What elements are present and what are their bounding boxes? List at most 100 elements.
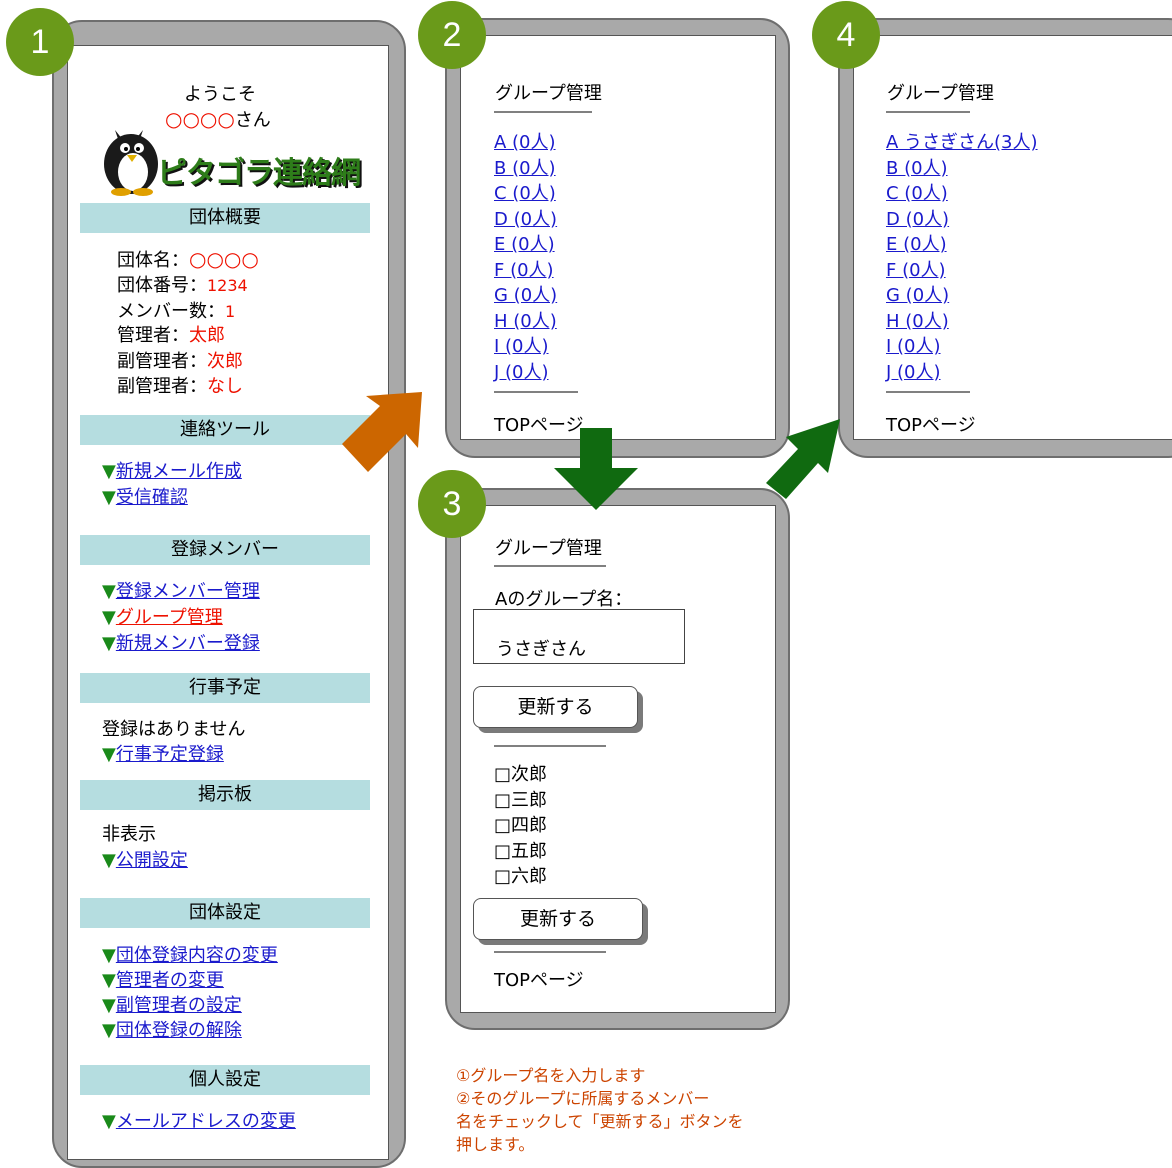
- link-row-group-manage[interactable]: ▼グループ管理: [102, 603, 223, 629]
- group-manage-link[interactable]: グループ管理: [116, 607, 223, 628]
- triangle-bullet-icon: ▼: [102, 633, 116, 654]
- divider: ―――――――: [494, 104, 592, 120]
- group-name-input[interactable]: うさぎさん: [473, 609, 685, 664]
- group-name-input-value: うさぎさん: [496, 639, 586, 660]
- triangle-bullet-icon: ▼: [102, 461, 116, 482]
- triangle-bullet-icon: ▼: [102, 945, 116, 966]
- group-link-j[interactable]: J (0人): [494, 360, 557, 386]
- group-name-row: 団体名：○○○○: [117, 246, 259, 272]
- arrow-3-to-4-icon: [766, 419, 840, 499]
- subadmin-label-1: 副管理者：: [117, 351, 207, 372]
- update-button-2[interactable]: 更新する: [473, 898, 643, 940]
- subadmin-row-1: 副管理者：次郎: [117, 347, 243, 373]
- subadmin-value-1: 次郎: [207, 351, 243, 372]
- divider: ――――――: [886, 384, 970, 400]
- section-header-events: 行事予定: [80, 673, 370, 703]
- group-link-b[interactable]: B (0人): [886, 156, 1038, 182]
- checkbox-icon[interactable]: □: [494, 790, 511, 811]
- update-button-1[interactable]: 更新する: [473, 686, 638, 728]
- member-count-label: メンバー数：: [117, 301, 225, 322]
- link-row-settings-3[interactable]: ▼副管理者の設定: [102, 991, 242, 1017]
- note-line-1: ①グループ名を入力します: [456, 1066, 646, 1085]
- group-list: A うさぎさん(3人) B (0人) C (0人) D (0人) E (0人) …: [886, 130, 1038, 385]
- group-number-value: 1234: [207, 276, 248, 295]
- link-row-settings-4[interactable]: ▼団体登録の解除: [102, 1016, 242, 1042]
- group-link-e[interactable]: E (0人): [494, 232, 557, 258]
- triangle-bullet-icon: ▼: [102, 850, 116, 871]
- triangle-bullet-icon: ▼: [102, 487, 116, 508]
- link-row-settings-2[interactable]: ▼管理者の変更: [102, 966, 224, 992]
- group-link-c[interactable]: C (0人): [886, 181, 1038, 207]
- group-link-f[interactable]: F (0人): [886, 258, 1038, 284]
- group-link-g[interactable]: G (0人): [886, 283, 1038, 309]
- group-list: A (0人) B (0人) C (0人) D (0人) E (0人) F (0人…: [494, 130, 557, 385]
- group-link-g[interactable]: G (0人): [494, 283, 557, 309]
- member-name: 四郎: [511, 815, 548, 836]
- subadmin-row-2: 副管理者：なし: [117, 372, 243, 398]
- group-link-f[interactable]: F (0人): [494, 258, 557, 284]
- link-row-new-mail[interactable]: ▼新規メール作成: [102, 457, 242, 483]
- email-change-link[interactable]: メールアドレスの変更: [116, 1111, 296, 1132]
- top-page-link[interactable]: TOPページ: [886, 411, 976, 437]
- triangle-bullet-icon: ▼: [102, 1020, 116, 1041]
- member-manage-link[interactable]: 登録メンバー管理: [116, 581, 260, 602]
- group-link-h[interactable]: H (0人): [494, 309, 557, 335]
- link-row-new-member[interactable]: ▼新規メンバー登録: [102, 629, 260, 655]
- subadmin-setting-link[interactable]: 副管理者の設定: [116, 995, 242, 1016]
- group-link-j[interactable]: J (0人): [886, 360, 1038, 386]
- event-register-link[interactable]: 行事予定登録: [116, 744, 224, 765]
- checkbox-icon[interactable]: □: [494, 841, 511, 862]
- step-badge-3: 3: [418, 470, 486, 538]
- section-header-overview: 団体概要: [80, 203, 370, 233]
- link-row-event-register[interactable]: ▼行事予定登録: [102, 740, 224, 766]
- triangle-bullet-icon: ▼: [102, 970, 116, 991]
- group-link-b[interactable]: B (0人): [494, 156, 557, 182]
- page-title: グループ管理: [495, 83, 602, 104]
- board-status-text: 非表示: [102, 824, 156, 845]
- top-page-link[interactable]: TOPページ: [494, 966, 584, 992]
- member-count-row: メンバー数：1: [117, 297, 235, 323]
- new-member-link[interactable]: 新規メンバー登録: [116, 633, 260, 654]
- member-checklist: □次郎 □三郎 □四郎 □五郎 □六郎: [494, 762, 547, 890]
- step-badge-1: 1: [6, 8, 74, 76]
- triangle-bullet-icon: ▼: [102, 744, 116, 765]
- member-count-value: 1: [225, 302, 236, 321]
- checkbox-icon[interactable]: □: [494, 866, 511, 887]
- member-name: 五郎: [511, 840, 548, 862]
- link-row-email-change[interactable]: ▼メールアドレスの変更: [102, 1107, 296, 1133]
- group-link-d[interactable]: D (0人): [886, 207, 1038, 233]
- link-row-inbox[interactable]: ▼受信確認: [102, 483, 188, 509]
- link-row-publish[interactable]: ▼公開設定: [102, 846, 188, 872]
- group-link-a[interactable]: A (0人): [494, 130, 557, 156]
- link-row-member-manage[interactable]: ▼登録メンバー管理: [102, 577, 260, 603]
- checkbox-icon[interactable]: □: [494, 815, 511, 836]
- divider: ――――――: [494, 384, 578, 400]
- member-checkbox-row[interactable]: □六郎: [494, 864, 547, 890]
- group-link-i[interactable]: I (0人): [886, 334, 1038, 360]
- publish-setting-link[interactable]: 公開設定: [116, 850, 188, 871]
- section-header-members: 登録メンバー: [80, 535, 370, 565]
- step-badge-2: 2: [418, 1, 486, 69]
- divider: ――――――――: [494, 738, 606, 754]
- new-mail-link[interactable]: 新規メール作成: [116, 461, 242, 482]
- admin-change-link[interactable]: 管理者の変更: [116, 970, 224, 991]
- inbox-check-link[interactable]: 受信確認: [116, 487, 188, 508]
- page-title: グループ管理: [495, 538, 602, 559]
- group-link-e[interactable]: E (0人): [886, 232, 1038, 258]
- checkbox-icon[interactable]: □: [494, 764, 511, 785]
- step-badge-4: 4: [812, 1, 880, 69]
- triangle-bullet-icon: ▼: [102, 607, 116, 628]
- member-checkbox-row[interactable]: □四郎: [494, 813, 547, 839]
- group-cancel-link[interactable]: 団体登録の解除: [116, 1020, 242, 1041]
- group-link-d[interactable]: D (0人): [494, 207, 557, 233]
- member-checkbox-row[interactable]: □次郎: [494, 762, 547, 788]
- group-link-a[interactable]: A うさぎさん(3人): [886, 130, 1038, 156]
- group-link-c[interactable]: C (0人): [494, 181, 557, 207]
- group-link-i[interactable]: I (0人): [494, 334, 557, 360]
- member-checkbox-row[interactable]: □五郎: [494, 839, 547, 865]
- group-info-change-link[interactable]: 団体登録内容の変更: [116, 945, 278, 966]
- divider: ――――――――: [494, 944, 606, 960]
- link-row-settings-1[interactable]: ▼団体登録内容の変更: [102, 941, 278, 967]
- group-link-h[interactable]: H (0人): [886, 309, 1038, 335]
- member-checkbox-row[interactable]: □三郎: [494, 788, 547, 814]
